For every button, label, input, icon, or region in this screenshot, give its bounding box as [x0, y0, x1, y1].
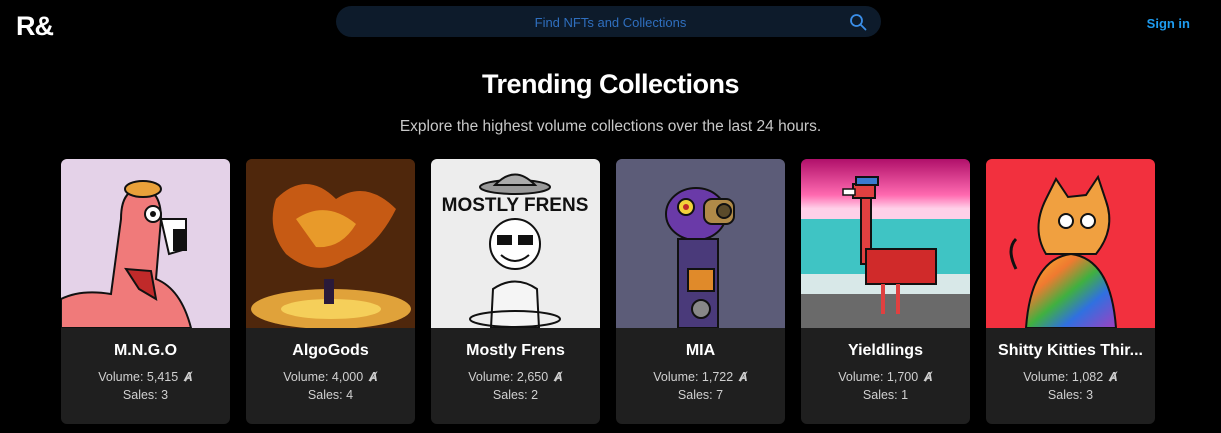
- collection-card-yieldlings[interactable]: Yieldlings Volume: 1,700 Ⱥ Sales: 1: [801, 159, 970, 424]
- collection-name: Mostly Frens: [466, 342, 565, 359]
- collection-image-mia[interactable]: [616, 159, 785, 328]
- collection-name: MIA: [685, 342, 716, 359]
- collection-volume: Volume: 5,415 Ⱥ: [98, 370, 193, 384]
- collection-card-shitty-kitties[interactable]: Shitty Kitties Thir... Volume: 1,082 Ⱥ S…: [986, 159, 1155, 424]
- collection-name: Yieldlings: [848, 342, 923, 359]
- algo-currency-icon: Ⱥ: [1108, 370, 1118, 384]
- collection-sales: Sales: 1: [862, 388, 909, 402]
- page-subtitle: Explore the highest volume collections o…: [399, 118, 822, 135]
- collection-image-yieldlings[interactable]: [801, 159, 970, 328]
- algo-currency-icon: Ⱥ: [923, 370, 933, 384]
- collection-volume: Volume: 4,000 Ⱥ: [283, 370, 378, 384]
- collection-volume: Volume: 1,082 Ⱥ: [1023, 370, 1118, 384]
- app-logo[interactable]: R&: [16, 11, 54, 42]
- collection-sales: Sales: 3: [122, 388, 169, 402]
- collection-card-mostly-frens[interactable]: MOSTLY FRENS Mostly Frens Volume: 2,650 …: [431, 159, 600, 424]
- collection-image-mngo[interactable]: [61, 159, 230, 328]
- collection-name: Shitty Kitties Thir...: [998, 342, 1143, 359]
- algo-currency-icon: Ⱥ: [183, 370, 193, 384]
- collection-card-mngo[interactable]: M.N.G.O Volume: 5,415 Ⱥ Sales: 3: [61, 159, 230, 424]
- search-input[interactable]: [336, 6, 885, 39]
- mostly-frens-art-text: MOSTLY FRENS: [442, 195, 589, 216]
- search-bar[interactable]: [336, 6, 885, 39]
- search-icon[interactable]: [849, 13, 867, 31]
- collection-name: AlgoGods: [292, 342, 369, 359]
- collection-card-mia[interactable]: MIA Volume: 1,722 Ⱥ Sales: 7: [616, 159, 785, 424]
- collection-card-algogods[interactable]: AlgoGods Volume: 4,000 Ⱥ Sales: 4: [246, 159, 415, 424]
- algo-currency-icon: Ⱥ: [738, 370, 748, 384]
- collection-volume: Volume: 1,700 Ⱥ: [838, 370, 933, 384]
- collection-sales: Sales: 4: [307, 388, 354, 402]
- sign-in-link[interactable]: Sign in: [1147, 16, 1190, 31]
- collection-sales: Sales: 3: [1047, 388, 1094, 402]
- page-title: Trending Collections: [481, 69, 740, 99]
- collection-image-shitty-kitties[interactable]: [986, 159, 1155, 328]
- collection-sales: Sales: 7: [677, 388, 724, 402]
- collection-image-mostly-frens[interactable]: MOSTLY FRENS: [431, 159, 600, 328]
- collection-volume: Volume: 2,650 Ⱥ: [468, 370, 563, 384]
- collection-name: M.N.G.O: [113, 342, 178, 359]
- collection-volume: Volume: 1,722 Ⱥ: [653, 370, 748, 384]
- algo-currency-icon: Ⱥ: [553, 370, 563, 384]
- collection-image-algogods[interactable]: [246, 159, 415, 328]
- collection-sales: Sales: 2: [492, 388, 539, 402]
- algo-currency-icon: Ⱥ: [368, 370, 378, 384]
